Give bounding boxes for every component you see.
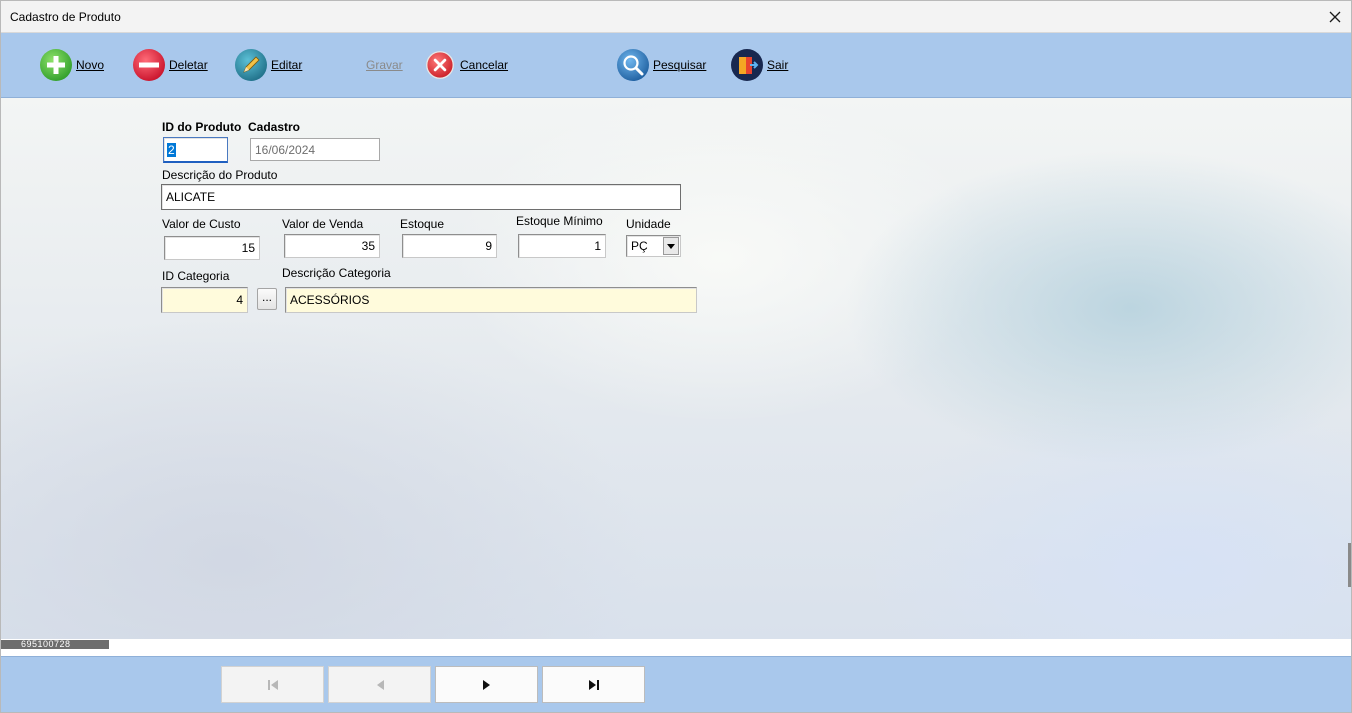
cadastro-date-value: 16/06/2024 — [255, 142, 316, 157]
deletar-label: Deletar — [169, 58, 208, 72]
descricao-categoria-field[interactable]: ACESSÓRIOS — [285, 287, 697, 313]
product-register-window: Cadastro de Produto Novo Deletar Editar … — [0, 0, 1352, 713]
next-record-icon — [482, 679, 490, 690]
estoque-minimo-label: Estoque Mínimo — [516, 214, 603, 228]
unidade-value: PÇ — [631, 239, 648, 253]
descricao-produto-field[interactable]: ALICATE — [161, 184, 681, 210]
gravar-button[interactable]: Gravar — [366, 48, 403, 82]
close-icon — [1329, 11, 1341, 22]
id-produto-value: 2 — [167, 142, 176, 157]
plus-circle-icon — [40, 49, 72, 81]
categoria-lookup-button[interactable]: ... — [257, 288, 277, 310]
sair-button[interactable]: Sair — [730, 48, 788, 82]
magnifier-icon — [617, 49, 649, 81]
first-record-button[interactable] — [221, 666, 324, 703]
valor-venda-value: 35 — [361, 239, 375, 253]
pencil-icon — [235, 49, 267, 81]
editar-label: Editar — [271, 58, 303, 72]
unidade-combo[interactable]: PÇ — [626, 235, 681, 257]
categoria-lookup-label: ... — [261, 290, 272, 304]
scroll-indicator — [1348, 543, 1351, 587]
id-categoria-field[interactable]: 4 — [161, 287, 248, 313]
estoque-field[interactable]: 9 — [402, 234, 497, 258]
form-area: ID do Produto Cadastro 2 16/06/2024 Desc… — [1, 98, 1351, 639]
record-navigator — [1, 656, 1351, 712]
cancelar-label: Cancelar — [460, 58, 509, 72]
exit-door-icon — [731, 49, 763, 81]
unidade-label: Unidade — [626, 217, 671, 231]
prior-record-icon — [376, 679, 384, 690]
cancel-x-icon — [426, 51, 454, 79]
estoque-value: 9 — [485, 239, 492, 253]
id-produto-label: ID do Produto — [162, 120, 242, 134]
sair-label: Sair — [767, 58, 789, 72]
pesquisar-label: Pesquisar — [653, 58, 707, 72]
deletar-button[interactable]: Deletar — [132, 48, 208, 82]
novo-button[interactable]: Novo — [39, 48, 104, 82]
editar-button[interactable]: Editar — [234, 48, 302, 82]
window-title: Cadastro de Produto — [10, 10, 121, 24]
valor-venda-field[interactable]: 35 — [284, 234, 380, 258]
cancelar-button[interactable]: Cancelar — [425, 48, 508, 82]
valor-venda-label: Valor de Venda — [282, 217, 364, 231]
id-categoria-value: 4 — [236, 293, 243, 307]
chevron-down-icon — [667, 243, 675, 249]
gravar-label: Gravar — [366, 58, 403, 72]
status-code-label: 695100728 — [1, 640, 109, 649]
descricao-produto-label: Descrição do Produto — [162, 168, 278, 182]
title-bar: Cadastro de Produto — [1, 1, 1351, 33]
id-categoria-label: ID Categoria — [162, 269, 230, 283]
last-record-icon — [588, 679, 599, 690]
first-record-icon — [267, 679, 278, 690]
toolbar: Novo Deletar Editar Gravar Cancelar Pesq… — [1, 33, 1351, 98]
pesquisar-button[interactable]: Pesquisar — [616, 48, 706, 82]
descricao-produto-value: ALICATE — [166, 190, 216, 204]
valor-custo-field[interactable]: 15 — [164, 236, 260, 260]
next-record-button[interactable] — [435, 666, 538, 703]
descricao-categoria-label: Descrição Categoria — [282, 266, 391, 280]
estoque-label: Estoque — [400, 217, 445, 231]
unidade-dropdown-button[interactable] — [663, 237, 679, 255]
close-button[interactable] — [1319, 1, 1351, 32]
estoque-minimo-field[interactable]: 1 — [518, 234, 606, 258]
cadastro-date-field[interactable]: 16/06/2024 — [250, 138, 380, 161]
minus-circle-icon — [133, 49, 165, 81]
cadastro-label: Cadastro — [248, 120, 301, 134]
prior-record-button[interactable] — [328, 666, 431, 703]
id-produto-field[interactable]: 2 — [163, 137, 228, 163]
valor-custo-value: 15 — [241, 241, 255, 255]
estoque-minimo-value: 1 — [594, 239, 601, 253]
descricao-categoria-value: ACESSÓRIOS — [290, 293, 370, 307]
last-record-button[interactable] — [542, 666, 645, 703]
valor-custo-label: Valor de Custo — [162, 217, 241, 231]
novo-label: Novo — [76, 58, 105, 72]
